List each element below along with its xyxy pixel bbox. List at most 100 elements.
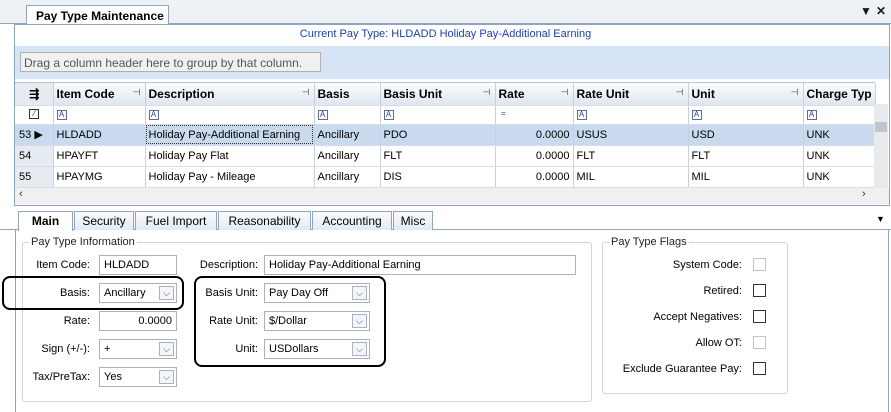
- cell-rate-unit[interactable]: FLT: [573, 145, 689, 167]
- accept-negatives-label: Accept Negatives:: [653, 311, 742, 323]
- row-number[interactable]: 55: [15, 166, 54, 188]
- filter-operator-icon[interactable]: A: [576, 109, 587, 120]
- group-legend: Pay Type Flags: [611, 236, 687, 248]
- tab-list-dropdown-icon[interactable]: ▼: [876, 214, 885, 224]
- tab-accounting[interactable]: Accounting: [312, 211, 392, 230]
- column-header-rate[interactable]: Rate ⊣: [495, 83, 574, 106]
- cell-rate[interactable]: 0.0000: [495, 145, 574, 167]
- pin-icon[interactable]: ⊣: [791, 87, 799, 98]
- filter-cell[interactable]: A: [688, 105, 804, 125]
- row-number[interactable]: 53 ▶: [15, 124, 54, 146]
- filter-operator-icon[interactable]: A: [383, 109, 394, 120]
- sign-combo[interactable]: + ⌵: [99, 339, 177, 359]
- table-row[interactable]: 54 HPAYFT Holiday Pay Flat Ancillary FLT…: [15, 145, 876, 167]
- filter-operator-icon[interactable]: =: [499, 109, 509, 120]
- close-icon[interactable]: ✕: [876, 4, 886, 18]
- tab-fuel-import[interactable]: Fuel Import: [135, 211, 217, 230]
- filter-cell[interactable]: A: [803, 105, 876, 125]
- column-header-label: Description: [148, 86, 215, 101]
- tab-reasonability[interactable]: Reasonability: [218, 211, 311, 230]
- cell-basis-unit[interactable]: PDO: [380, 124, 496, 146]
- filter-cell[interactable]: A: [314, 105, 381, 125]
- window-menu-dropdown-icon[interactable]: ▼: [860, 4, 872, 18]
- exclude-guarantee-pay-checkbox[interactable]: [753, 362, 766, 375]
- tab-misc[interactable]: Misc: [393, 211, 433, 230]
- column-header-basis[interactable]: Basis: [314, 83, 381, 106]
- allow-ot-checkbox[interactable]: [753, 336, 766, 349]
- cell-rate[interactable]: 0.0000: [495, 166, 574, 188]
- cell-item-code[interactable]: HPAYFT: [53, 145, 146, 167]
- pin-icon[interactable]: ⊣: [676, 87, 684, 98]
- item-code-field[interactable]: HLDADD: [99, 255, 177, 275]
- cell-basis-unit[interactable]: DIS: [380, 166, 496, 188]
- tab-pay-type-maintenance[interactable]: Pay Type Maintenance: [26, 5, 169, 25]
- column-header-label: Basis Unit: [383, 86, 443, 101]
- accept-negatives-checkbox[interactable]: [753, 310, 766, 323]
- chevron-down-icon[interactable]: ⌵: [159, 370, 174, 384]
- tab-main[interactable]: Main: [18, 211, 73, 231]
- filter-cell[interactable]: A: [380, 105, 496, 125]
- cell-description[interactable]: Holiday Pay - Mileage: [145, 166, 315, 188]
- pin-icon[interactable]: ⊣: [133, 87, 141, 98]
- description-label: Description:: [199, 259, 258, 271]
- column-header-label: Rate: [498, 86, 525, 101]
- column-header-description[interactable]: Description ⊣: [145, 83, 315, 106]
- clear-filter-icon[interactable]: ⁄: [15, 105, 54, 125]
- description-field[interactable]: Holiday Pay-Additional Earning: [264, 255, 576, 275]
- column-chooser-icon[interactable]: ⇶: [15, 83, 54, 106]
- table-row[interactable]: 55 HPAYMG Holiday Pay - Mileage Ancillar…: [15, 166, 876, 188]
- cell-charge-type[interactable]: UNK: [803, 124, 876, 146]
- cell-item-code[interactable]: HPAYMG: [53, 166, 146, 188]
- cell-rate[interactable]: 0.0000: [495, 124, 574, 146]
- column-header-basis-unit[interactable]: Basis Unit ⊣: [380, 83, 496, 106]
- cell-unit[interactable]: MIL: [688, 166, 804, 188]
- cell-rate-unit[interactable]: USUS: [573, 124, 689, 146]
- retired-checkbox[interactable]: [753, 284, 766, 297]
- filter-cell[interactable]: A: [53, 105, 146, 125]
- cell-description[interactable]: Holiday Pay-Additional Earning: [145, 124, 315, 146]
- scroll-left-icon[interactable]: ‹: [19, 188, 23, 200]
- tab-security[interactable]: Security: [74, 211, 134, 230]
- filter-operator-icon[interactable]: A: [56, 109, 67, 120]
- cell-basis-unit[interactable]: FLT: [380, 145, 496, 167]
- cell-rate-unit[interactable]: MIL: [573, 166, 689, 188]
- column-header-unit[interactable]: Unit ⊣: [688, 83, 804, 106]
- column-header-rate-unit[interactable]: Rate Unit ⊣: [573, 83, 689, 106]
- cell-description[interactable]: Holiday Pay Flat: [145, 145, 315, 167]
- cell-basis[interactable]: Ancillary: [314, 166, 381, 188]
- column-header-charge-type[interactable]: Charge Typ: [803, 83, 876, 106]
- filter-row: ⁄ A A A A = A A A: [15, 105, 876, 125]
- basis-highlight-callout: [2, 276, 184, 310]
- tax-pretax-combo[interactable]: Yes ⌵: [99, 367, 177, 387]
- cell-basis[interactable]: Ancillary: [314, 124, 381, 146]
- cell-charge-type[interactable]: UNK: [803, 145, 876, 167]
- filter-cell[interactable]: =: [495, 105, 574, 125]
- pin-icon[interactable]: ⊣: [561, 87, 569, 98]
- filter-operator-icon[interactable]: A: [148, 109, 159, 120]
- vertical-scrollbar-thumb[interactable]: [875, 122, 887, 132]
- pin-icon[interactable]: ⊣: [483, 87, 491, 98]
- filter-cell[interactable]: A: [573, 105, 689, 125]
- horizontal-scrollbar[interactable]: [15, 188, 889, 204]
- scroll-right-icon[interactable]: ›: [862, 188, 866, 200]
- filter-operator-icon[interactable]: A: [806, 109, 817, 120]
- pin-icon[interactable]: ⊣: [302, 87, 310, 98]
- vertical-scrollbar[interactable]: [874, 104, 888, 190]
- cell-charge-type[interactable]: UNK: [803, 166, 876, 188]
- column-header-item-code[interactable]: Item Code ⊣: [53, 83, 146, 106]
- row-number[interactable]: 54: [15, 145, 54, 167]
- filter-cell[interactable]: A: [145, 105, 315, 125]
- cell-unit[interactable]: USD: [688, 124, 804, 146]
- system-code-checkbox[interactable]: [753, 258, 766, 271]
- rate-label: Rate:: [63, 315, 90, 327]
- cell-unit[interactable]: FLT: [688, 145, 804, 167]
- cell-item-code[interactable]: HLDADD: [53, 124, 146, 146]
- table-row[interactable]: 53 ▶ HLDADD Holiday Pay-Additional Earni…: [15, 124, 876, 146]
- rate-field[interactable]: 0.0000: [99, 311, 177, 331]
- chevron-down-icon[interactable]: ⌵: [159, 342, 174, 356]
- group-legend: Pay Type Information: [31, 236, 135, 248]
- filter-operator-icon[interactable]: A: [317, 109, 328, 120]
- filter-operator-icon[interactable]: A: [691, 109, 702, 120]
- column-header-label: Unit: [691, 86, 715, 101]
- cell-basis[interactable]: Ancillary: [314, 145, 381, 167]
